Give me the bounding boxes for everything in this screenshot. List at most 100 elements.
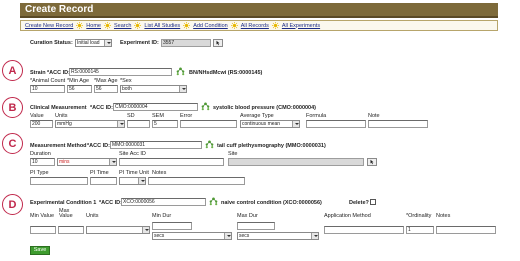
experiment-lookup-button[interactable] [213, 39, 223, 47]
chevron-down-icon [292, 121, 299, 127]
clinical-measurement-label: Clinical Measurement [30, 105, 87, 111]
note-input[interactable] [368, 120, 428, 128]
sun-icon [103, 22, 111, 29]
max-dur-units-value: secs [239, 233, 250, 239]
chevron-down-icon [142, 227, 149, 233]
clinical-acc-input[interactable]: CMO:0000004 [113, 103, 198, 111]
animal-count-label: *Animal Count [30, 78, 66, 84]
max-value-label-line2: Value [59, 213, 73, 219]
curation-status-value: Initial load [77, 40, 100, 46]
max-dur-input[interactable] [237, 222, 275, 230]
ordinality-input[interactable]: 1 [406, 226, 434, 234]
experiment-id-label: Experiment ID: [120, 40, 159, 46]
application-method-label: Application Method [324, 213, 371, 219]
sun-icon [134, 22, 142, 29]
ontology-tree-icon[interactable] [176, 67, 185, 76]
condition-notes-input[interactable] [436, 226, 496, 234]
sun-icon [230, 22, 238, 29]
value-label: Value [30, 113, 44, 119]
min-age-input[interactable]: 56 [67, 85, 92, 93]
animal-count-input[interactable]: 10 [30, 85, 65, 93]
marker-a: A [2, 60, 23, 81]
chevron-down-icon [109, 159, 116, 165]
sex-select[interactable]: both [120, 85, 187, 93]
curation-status-label: Curation Status: [30, 40, 73, 46]
sun-icon [76, 22, 84, 29]
duration-units-value: mins [59, 159, 70, 165]
sun-icon [271, 22, 279, 29]
units-select[interactable]: mmHg [55, 120, 125, 128]
min-dur-label: Min Dur [152, 213, 172, 219]
average-type-select[interactable]: continuous mean [240, 120, 300, 128]
nav-bar: Create New Record Home Search List All S… [20, 20, 498, 31]
delete-checkbox[interactable] [370, 199, 376, 205]
pi-time-unit-label: PI Time Unit [119, 170, 149, 176]
value-input[interactable]: 200 [30, 120, 53, 128]
max-value-input[interactable] [58, 226, 84, 234]
pi-type-input[interactable] [30, 177, 88, 185]
nav-home[interactable]: Home [86, 23, 101, 29]
sem-input[interactable]: 5 [152, 120, 178, 128]
measurement-method-label: Measurement Method [30, 143, 87, 149]
method-notes-input[interactable] [148, 177, 245, 185]
duration-input[interactable]: 10 [30, 158, 55, 166]
nav-create-new-record[interactable]: Create New Record [25, 23, 73, 29]
nav-add-condition[interactable]: Add Condition [193, 23, 228, 29]
pi-time-unit-select[interactable] [119, 177, 146, 185]
sem-label: SEM [152, 113, 164, 119]
average-type-value: continuous mean [242, 121, 281, 127]
page-title: Create Record [25, 4, 94, 15]
strain-acc-input[interactable]: RS:0000145 [69, 68, 172, 76]
chevron-down-icon [138, 178, 145, 184]
min-dur-input[interactable] [152, 222, 192, 230]
min-age-label: *Min Age [67, 78, 90, 84]
site-acc-id-input[interactable] [119, 158, 224, 166]
ontology-tree-icon[interactable] [205, 140, 214, 149]
sex-value: both [122, 86, 132, 92]
cursor-icon [216, 40, 220, 46]
nav-list-all-studies[interactable]: List All Studies [144, 23, 180, 29]
min-value-input[interactable] [30, 226, 56, 234]
condition-name: naive control condition (XCO:0000056) [221, 200, 322, 206]
method-acc-label: *ACC ID: [87, 143, 110, 149]
chevron-down-icon [117, 121, 124, 127]
strain-label: Strain [30, 70, 46, 76]
max-dur-label: Max Dur [237, 213, 258, 219]
min-dur-units-value: secs [154, 233, 165, 239]
method-notes-label: Notes [152, 170, 167, 176]
min-dur-units-select[interactable]: secs [152, 232, 232, 240]
duration-units-select[interactable]: mins [57, 158, 117, 166]
curation-status-select[interactable]: Initial load [75, 39, 112, 47]
experiment-id-field[interactable]: 3557 [161, 39, 211, 47]
method-acc-input[interactable]: MMO:0000031 [110, 141, 202, 149]
average-type-label: Average Type [240, 113, 274, 119]
sd-input[interactable] [127, 120, 150, 128]
save-button[interactable]: Save [30, 246, 50, 255]
ontology-tree-icon[interactable] [209, 197, 218, 206]
chevron-down-icon [104, 40, 111, 46]
experimental-condition-label: Experimental Condition 1 [30, 200, 97, 206]
nav-all-records[interactable]: All Records [241, 23, 269, 29]
formula-label: Formula [306, 113, 327, 119]
max-age-input[interactable]: 56 [94, 85, 118, 93]
condition-units-select[interactable] [86, 226, 150, 234]
formula-input[interactable] [306, 120, 366, 128]
max-dur-units-select[interactable]: secs [237, 232, 319, 240]
ordinality-label: *Ordinality [406, 213, 432, 219]
max-age-label: *Max Age [94, 78, 118, 84]
site-acc-id-label: Site Acc ID [119, 151, 146, 157]
strain-acc-label: *ACC ID: [47, 70, 70, 76]
duration-label: Duration [30, 151, 51, 157]
site-field[interactable] [228, 158, 364, 166]
site-lookup-button[interactable] [367, 158, 377, 166]
ontology-tree-icon[interactable] [201, 102, 210, 111]
sd-label: SD [127, 113, 135, 119]
application-method-input[interactable] [324, 226, 404, 234]
pi-time-input[interactable] [90, 177, 117, 185]
error-input[interactable] [180, 120, 237, 128]
condition-units-label: Units [86, 213, 99, 219]
nav-all-experiments[interactable]: All Experiments [282, 23, 320, 29]
nav-search[interactable]: Search [114, 23, 131, 29]
page-title-bar: Create Record [20, 3, 498, 18]
condition-acc-input[interactable]: XCO:0000056 [121, 198, 206, 206]
